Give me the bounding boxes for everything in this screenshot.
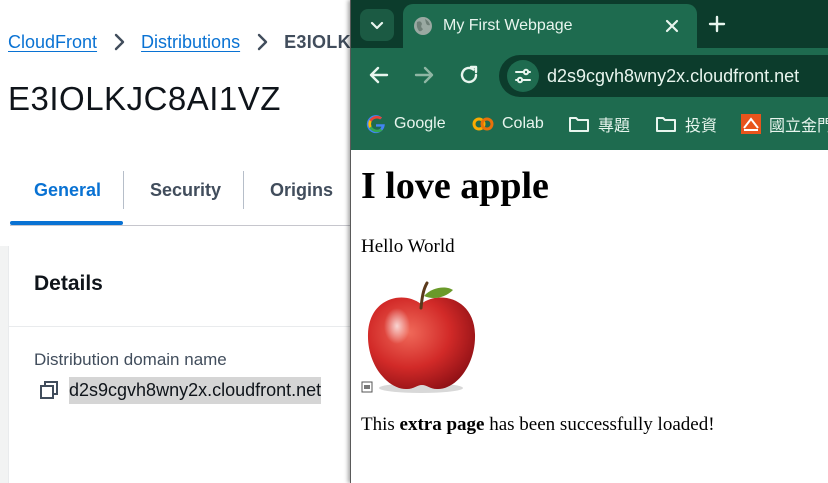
bookmark-colab[interactable]: Colab — [472, 104, 544, 144]
tab-security[interactable]: Security — [150, 170, 221, 210]
bookmark-folder-touzi[interactable]: 投資 — [655, 104, 717, 144]
university-icon — [741, 114, 761, 134]
browser-toolbar: d2s9cgvh8wny2x.cloudfront.net — [351, 48, 828, 104]
bookmark-label: 國立金門 — [769, 118, 828, 135]
bookmark-label: 專題 — [598, 118, 631, 135]
details-card-header: Details — [9, 246, 353, 327]
breadcrumb-cloudfront-link[interactable]: CloudFront — [8, 32, 97, 53]
details-title: Details — [34, 272, 103, 295]
tab-title: My First Webpage — [443, 17, 573, 34]
domain-name-value[interactable]: d2s9cgvh8wny2x.cloudfront.net — [69, 377, 322, 404]
bookmark-label: Google — [394, 115, 446, 132]
tabs-divider — [10, 225, 352, 226]
url-text[interactable]: d2s9cgvh8wny2x.cloudfront.net — [547, 66, 799, 87]
folder-icon — [656, 117, 676, 132]
back-arrow-icon[interactable] — [368, 64, 390, 86]
close-icon[interactable] — [662, 16, 682, 36]
chevron-down-icon — [370, 21, 384, 30]
tab-search-button[interactable] — [360, 9, 394, 41]
tab-divider — [243, 171, 244, 209]
browser-tab-active[interactable]: My First Webpage — [403, 4, 697, 48]
loaded-prefix: This — [361, 414, 400, 435]
bookmark-label: Colab — [502, 115, 544, 132]
loaded-bold: extra page — [399, 414, 485, 435]
chevron-right-icon — [114, 33, 125, 51]
reload-icon[interactable] — [458, 64, 480, 86]
page-title: E3IOLKJC8AI1VZ — [8, 80, 281, 117]
copy-icon[interactable] — [39, 380, 59, 400]
google-icon — [366, 115, 385, 134]
tab-general[interactable]: General — [34, 170, 101, 210]
loaded-suffix: has been successfully loaded! — [484, 414, 715, 435]
domain-name-label: Distribution domain name — [34, 350, 227, 369]
plus-icon[interactable] — [707, 14, 727, 34]
tab-divider — [123, 171, 124, 209]
hello-paragraph: Hello World — [361, 236, 455, 257]
globe-icon — [414, 17, 432, 35]
tab-list: General Security Origins — [10, 170, 352, 226]
chevron-right-icon — [257, 33, 268, 51]
breadcrumb-distributions-link[interactable]: Distributions — [141, 32, 240, 53]
bookmark-label: 投資 — [685, 118, 718, 135]
forward-arrow-icon[interactable] — [413, 64, 435, 86]
folder-icon — [569, 117, 589, 132]
browser-window: My First Webpage d2s9cgvh8wny2x.cloudfro… — [350, 0, 828, 483]
tune-icon — [515, 68, 531, 84]
page-heading: I love apple — [361, 165, 549, 207]
address-bar[interactable]: d2s9cgvh8wny2x.cloudfront.net — [499, 55, 828, 97]
bookmark-university[interactable]: 國立金門 — [741, 104, 828, 144]
bookmark-google[interactable]: Google — [366, 104, 446, 144]
loaded-message: This extra page has been successfully lo… — [361, 414, 715, 436]
bookmark-folder-zhuanti[interactable]: 專題 — [568, 104, 630, 144]
details-card: Details Distribution domain name d2s9cgv… — [8, 246, 353, 483]
bookmarks-bar: Google Colab 專題 投資 國立金門 — [351, 104, 828, 150]
webpage-content: I love apple Hello World This extra page… — [351, 150, 828, 483]
tab-origins[interactable]: Origins — [270, 170, 333, 210]
tab-strip: My First Webpage — [351, 0, 828, 48]
colab-icon — [472, 117, 494, 131]
site-info-button[interactable] — [507, 60, 539, 92]
apple-image — [361, 278, 483, 395]
